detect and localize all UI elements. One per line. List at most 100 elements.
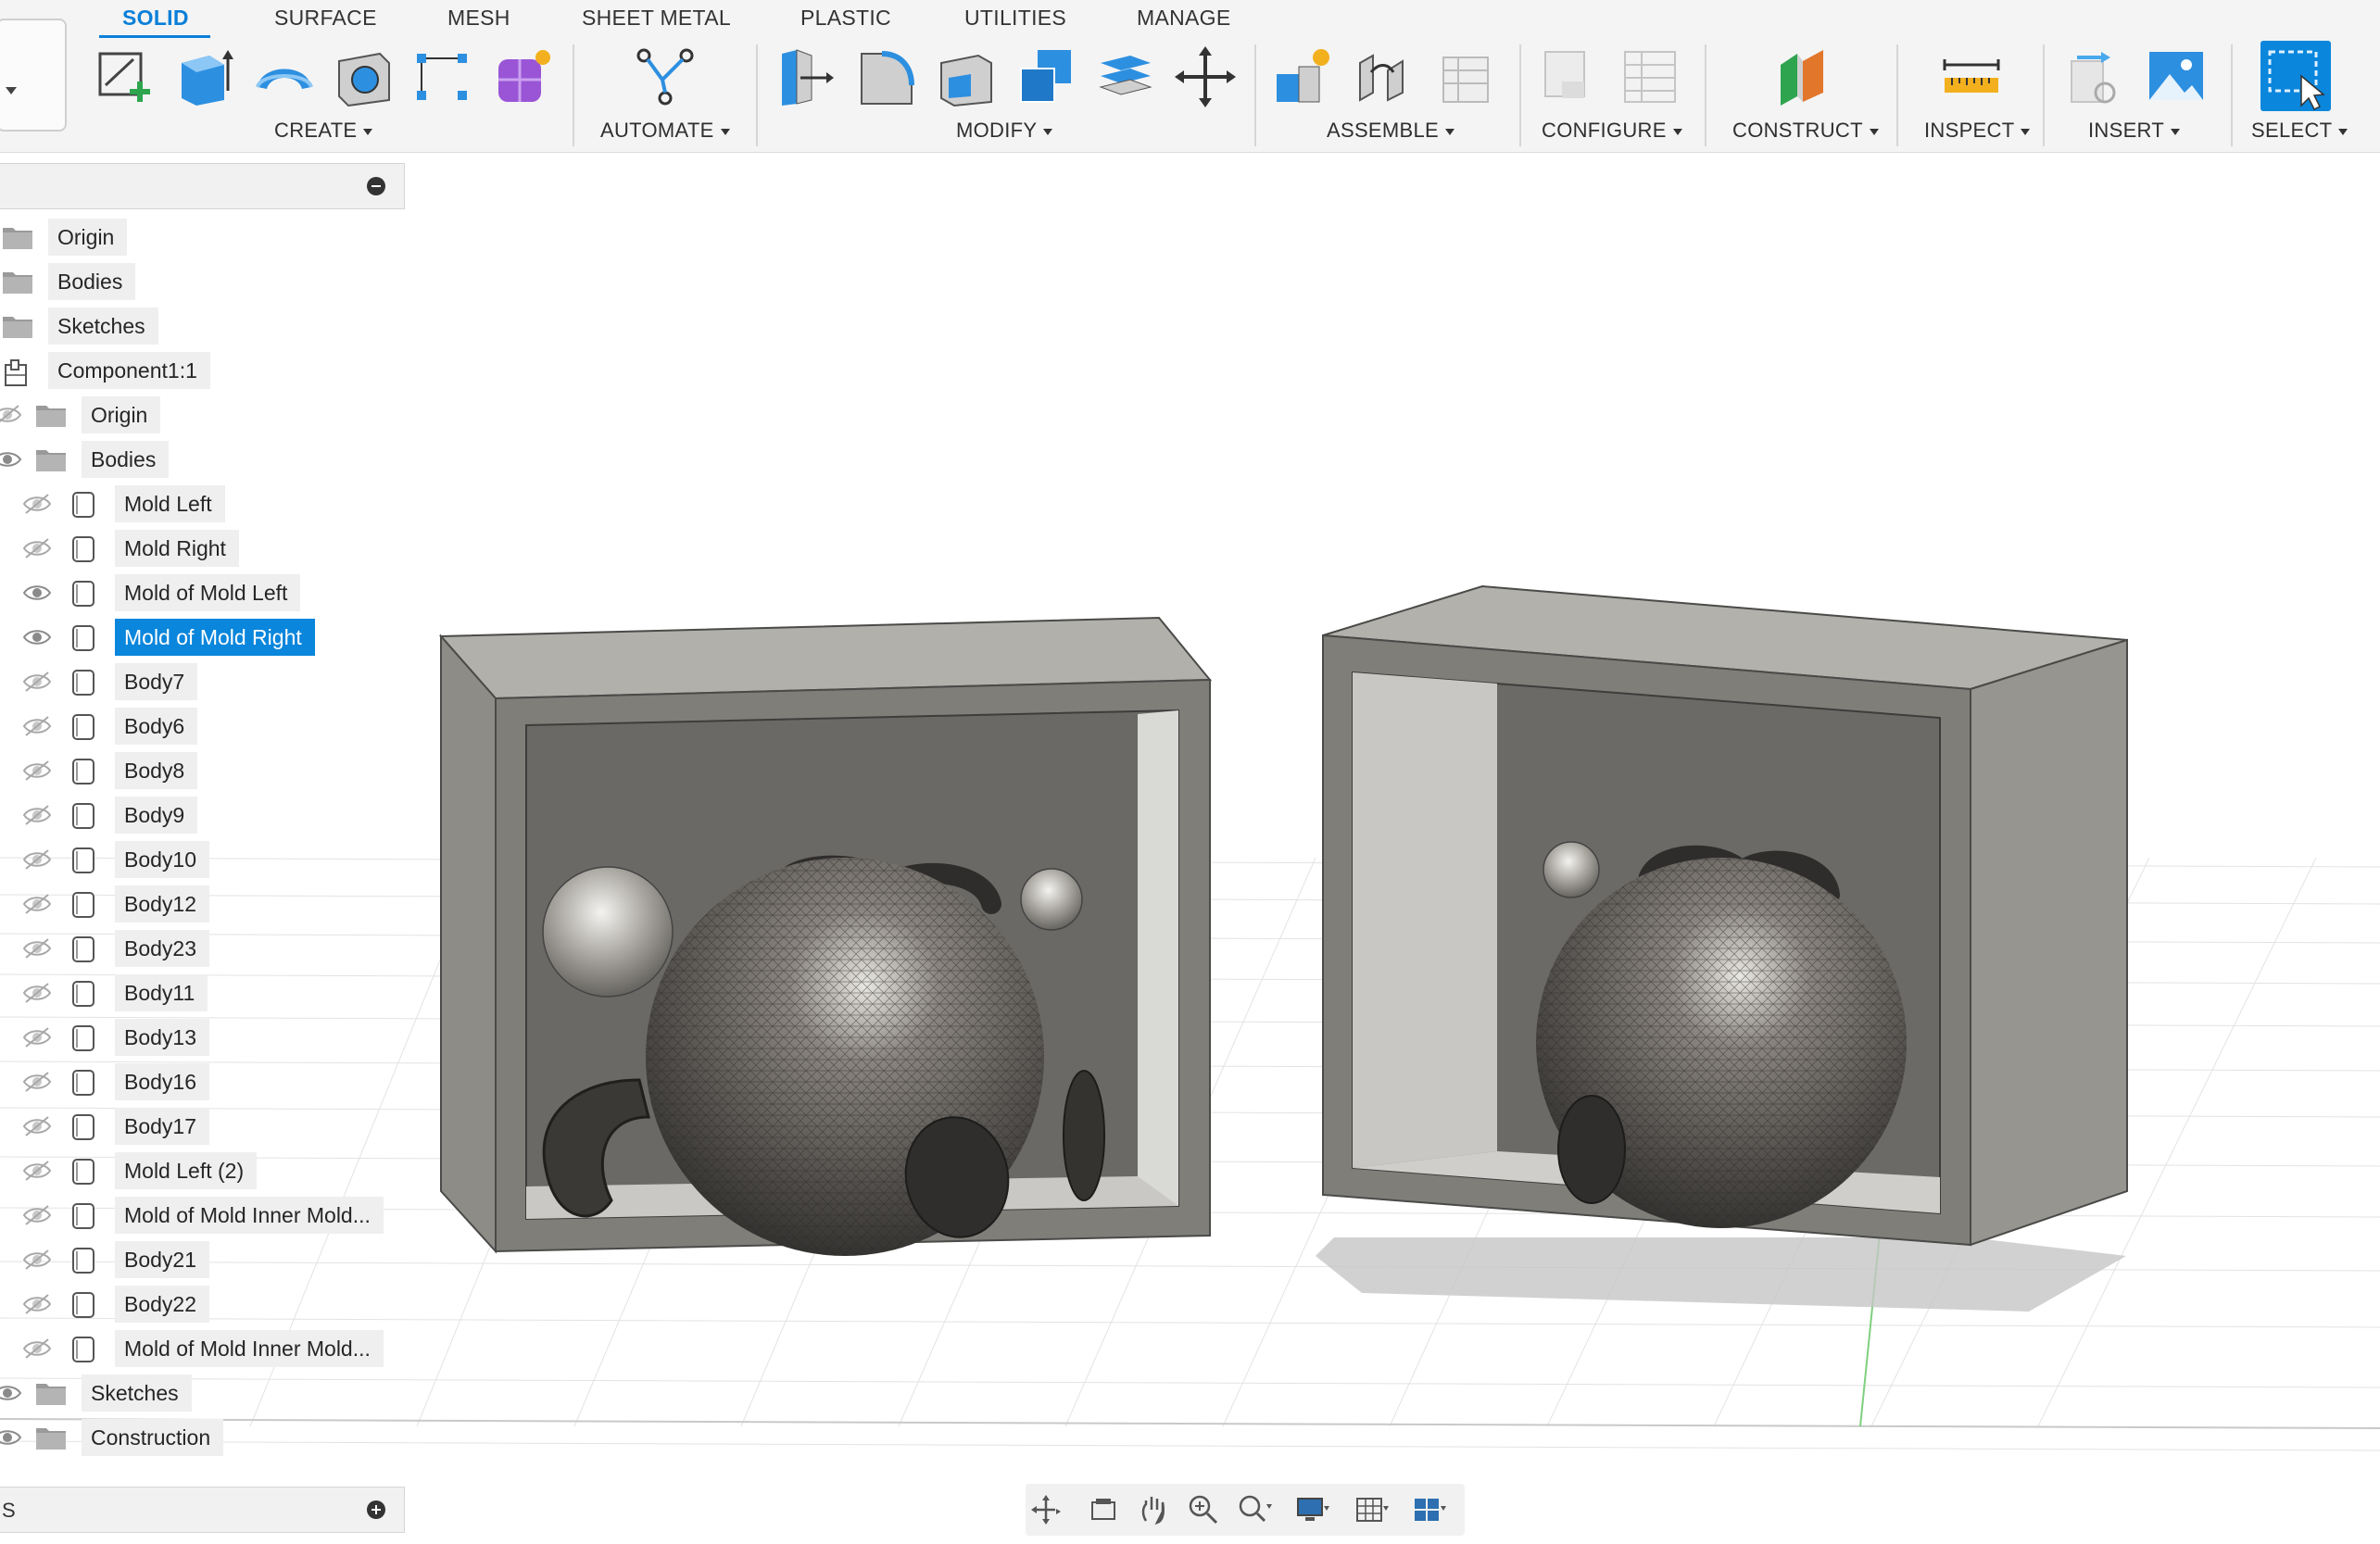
hidden-eye-icon[interactable] [22, 848, 52, 871]
browser-item-construction[interactable]: Construction [0, 1419, 408, 1456]
browser-item-sketches[interactable]: Sketches [0, 1375, 408, 1412]
offset-face-icon[interactable] [1093, 44, 1158, 109]
hidden-eye-icon[interactable] [22, 493, 52, 515]
hidden-eye-icon[interactable] [22, 537, 52, 559]
pan-icon[interactable] [1135, 1493, 1172, 1526]
look-at-icon[interactable] [1085, 1493, 1122, 1526]
browser-item-body7[interactable]: Body7 [0, 663, 408, 700]
grid-settings-icon[interactable] [1354, 1493, 1391, 1526]
hole-icon[interactable] [332, 44, 397, 109]
viewports-icon[interactable] [1411, 1493, 1448, 1526]
tab-plastic[interactable]: PLASTIC [800, 6, 891, 31]
browser-item-body12[interactable]: Body12 [0, 885, 408, 923]
hidden-eye-icon[interactable] [22, 937, 52, 960]
bill-of-materials-icon[interactable] [1430, 44, 1495, 109]
create-form-icon[interactable] [491, 44, 556, 109]
browser-item-body9[interactable]: Body9 [0, 797, 408, 834]
extrude-icon[interactable] [172, 44, 237, 109]
expand-icon[interactable] [367, 1500, 385, 1519]
hidden-eye-icon[interactable] [22, 1293, 52, 1315]
browser-item-body23[interactable]: Body23 [0, 930, 408, 967]
construct-menu[interactable]: CONSTRUCT [1732, 119, 1879, 143]
automated-modeling-icon[interactable] [633, 44, 698, 109]
hidden-eye-icon[interactable] [22, 982, 52, 1004]
insert-menu[interactable]: INSERT [2088, 119, 2180, 143]
eye-icon[interactable] [0, 1382, 22, 1404]
automate-menu[interactable]: AUTOMATE [600, 119, 730, 143]
shell-icon[interactable] [934, 44, 999, 109]
insert-canvas-icon[interactable] [2144, 44, 2209, 109]
browser-item-body11[interactable]: Body11 [0, 974, 408, 1011]
browser-item-bodies[interactable]: Bodies [0, 441, 408, 478]
workspace-switcher[interactable] [0, 19, 67, 132]
browser-item-body17[interactable]: Body17 [0, 1108, 408, 1145]
browser-item-mold-of-mold-inner-mold[interactable]: Mold of Mold Inner Mold... [0, 1330, 408, 1367]
hidden-eye-icon[interactable] [0, 404, 22, 426]
browser-item-body21[interactable]: Body21 [0, 1241, 408, 1278]
browser-item-body8[interactable]: Body8 [0, 752, 408, 789]
configure-menu[interactable]: CONFIGURE [1542, 119, 1682, 143]
browser-item-sketches[interactable]: Sketches [0, 308, 408, 345]
offset-plane-icon[interactable] [1769, 44, 1834, 109]
hidden-eye-icon[interactable] [22, 715, 52, 737]
tab-mesh[interactable]: MESH [447, 6, 510, 31]
hidden-eye-icon[interactable] [22, 893, 52, 915]
fillet-icon[interactable] [854, 44, 919, 109]
browser-item-mold-of-mold-inner-mold[interactable]: Mold of Mold Inner Mold... [0, 1197, 408, 1234]
hidden-eye-icon[interactable] [22, 1337, 52, 1360]
browser-item-origin[interactable]: Origin [0, 396, 408, 433]
browser-item-body22[interactable]: Body22 [0, 1286, 408, 1323]
browser-item-mold-left-2[interactable]: Mold Left (2) [0, 1152, 408, 1189]
insert-derive-icon[interactable] [2064, 44, 2129, 109]
browser-item-mold-left[interactable]: Mold Left [0, 485, 408, 522]
inspect-menu[interactable]: INSPECT [1924, 119, 2030, 143]
tab-surface[interactable]: SURFACE [274, 6, 377, 31]
browser-item-body13[interactable]: Body13 [0, 1019, 408, 1056]
hidden-eye-icon[interactable] [22, 804, 52, 826]
create-sketch-icon[interactable] [93, 44, 157, 109]
browser-item-mold-of-mold-right[interactable]: Mold of Mold Right [0, 619, 408, 656]
browser-item-origin[interactable]: Origin [0, 219, 408, 256]
select-icon[interactable] [2260, 41, 2331, 111]
combine-icon[interactable] [1014, 44, 1078, 109]
eye-icon[interactable] [22, 626, 52, 648]
collapse-icon[interactable] [367, 177, 385, 195]
measure-icon[interactable] [1939, 44, 2004, 109]
browser-item-mold-right[interactable]: Mold Right [0, 530, 408, 567]
revolve-icon[interactable] [252, 44, 317, 109]
assemble-menu[interactable]: ASSEMBLE [1327, 119, 1454, 143]
new-component-icon[interactable] [1271, 44, 1336, 109]
hidden-eye-icon[interactable] [22, 1026, 52, 1048]
hidden-eye-icon[interactable] [22, 1204, 52, 1226]
eye-icon[interactable] [22, 582, 52, 604]
pattern-icon[interactable] [411, 44, 476, 109]
press-pull-icon[interactable] [774, 44, 839, 109]
tab-manage[interactable]: MANAGE [1137, 6, 1230, 31]
hidden-eye-icon[interactable] [22, 1160, 52, 1182]
joint-icon[interactable] [1351, 44, 1416, 109]
orbit-icon[interactable] [1027, 1493, 1064, 1526]
eye-icon[interactable] [0, 1426, 22, 1449]
eye-icon[interactable] [0, 448, 22, 471]
display-settings-icon[interactable] [1294, 1493, 1331, 1526]
browser-item-body6[interactable]: Body6 [0, 708, 408, 745]
hidden-eye-icon[interactable] [22, 671, 52, 693]
browser-item-component1-1[interactable]: Component1:1 [0, 352, 408, 389]
hidden-eye-icon[interactable] [22, 759, 52, 782]
tab-utilities[interactable]: UTILITIES [964, 6, 1066, 31]
hidden-eye-icon[interactable] [22, 1249, 52, 1271]
configuration-table-icon[interactable] [1618, 44, 1682, 109]
fit-icon[interactable] [1235, 1493, 1272, 1526]
tab-sheet-metal[interactable]: SHEET METAL [582, 6, 731, 31]
browser-item-bodies[interactable]: Bodies [0, 263, 408, 300]
modify-menu[interactable]: MODIFY [956, 119, 1052, 143]
browser-item-body16[interactable]: Body16 [0, 1063, 408, 1100]
create-menu[interactable]: CREATE [274, 119, 372, 143]
hidden-eye-icon[interactable] [22, 1115, 52, 1137]
browser-item-mold-of-mold-left[interactable]: Mold of Mold Left [0, 574, 408, 611]
hidden-eye-icon[interactable] [22, 1071, 52, 1093]
zoom-icon[interactable] [1185, 1493, 1222, 1526]
tab-solid[interactable]: SOLID [122, 6, 189, 31]
move-copy-icon[interactable] [1173, 44, 1238, 109]
browser-item-body10[interactable]: Body10 [0, 841, 408, 878]
